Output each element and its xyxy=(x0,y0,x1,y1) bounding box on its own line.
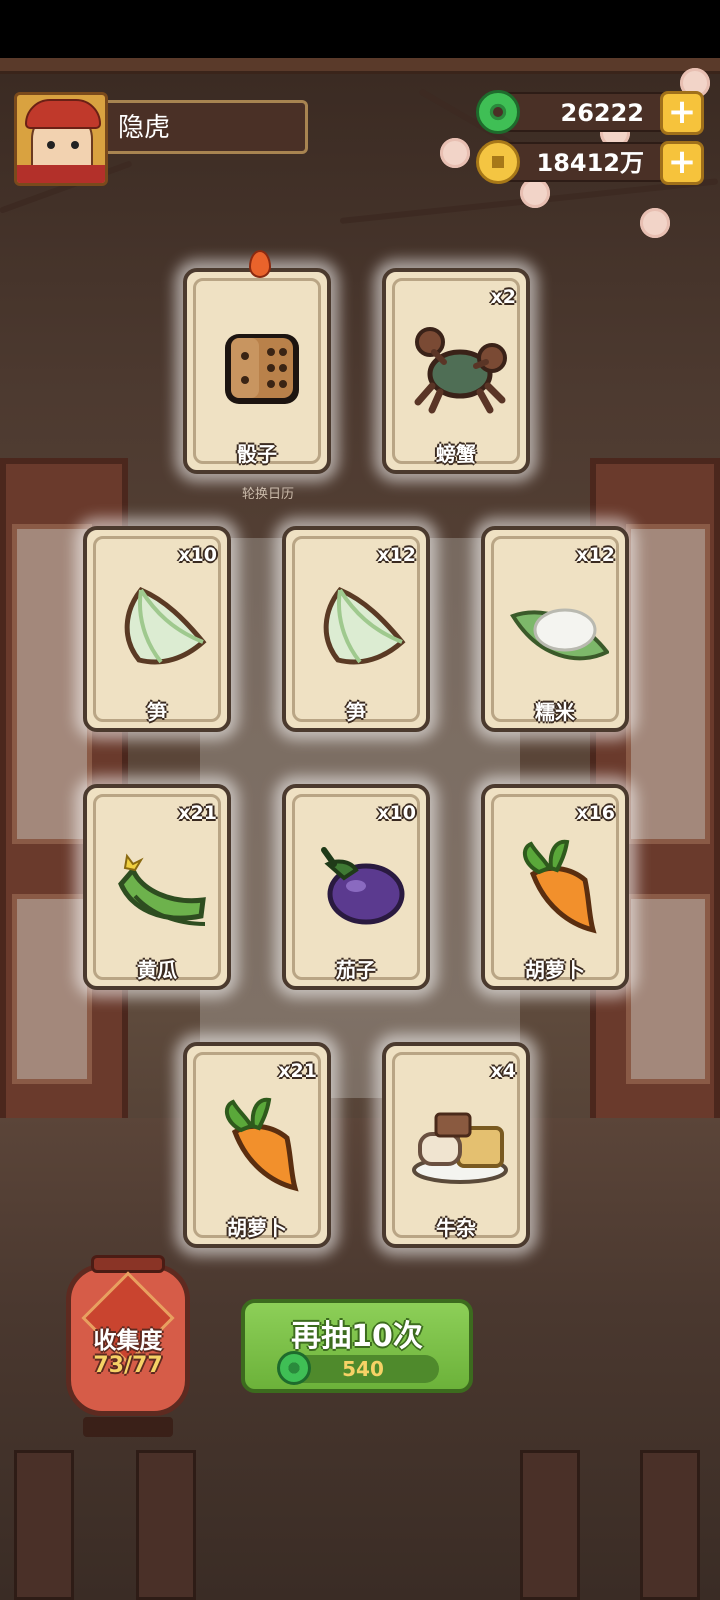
card-name: 茄子 xyxy=(336,958,376,982)
card-count: x12 xyxy=(377,544,416,566)
card-count: x4 xyxy=(490,1060,516,1082)
eggplant-icon xyxy=(321,847,405,925)
card-beef-offal[interactable]: x4 牛杂 xyxy=(382,1042,530,1248)
bamboo-shoot-icon xyxy=(124,586,207,665)
blossom xyxy=(440,138,470,168)
jade-currency: 26222 + xyxy=(476,90,704,135)
rotation-calendar-label: 轮换日历 xyxy=(242,487,295,502)
draw-again-label: 再抽10次 xyxy=(291,1319,423,1354)
collection-lantern[interactable]: 收集度 73/77 xyxy=(66,1255,190,1437)
draw-cost-value: 540 xyxy=(342,1357,384,1381)
fence-post xyxy=(136,1450,196,1600)
fence-post xyxy=(520,1450,580,1600)
card-count: x12 xyxy=(576,544,615,566)
card-count: x10 xyxy=(377,802,416,824)
card-bamboo-shoot[interactable]: x10 笋 xyxy=(83,526,231,732)
fence-post xyxy=(640,1450,700,1600)
card-count: x16 xyxy=(576,802,615,824)
add-coins-button[interactable]: + xyxy=(660,141,704,185)
fire-icon xyxy=(249,250,271,278)
card-name: 牛杂 xyxy=(436,1216,476,1240)
bamboo-shoot-icon xyxy=(323,586,406,665)
jade-icon xyxy=(476,90,520,134)
coin-icon xyxy=(476,140,520,184)
card-carrot[interactable]: x21 胡萝卜 xyxy=(183,1042,331,1248)
blossom xyxy=(520,178,550,208)
card-carrot[interactable]: x16 胡萝卜 xyxy=(481,784,629,990)
card-count: x10 xyxy=(178,544,217,566)
card-name: 糯米 xyxy=(535,700,575,724)
sticky-rice-icon xyxy=(510,608,609,661)
dice-icon xyxy=(225,334,299,404)
carrot-icon xyxy=(522,839,597,934)
card-cucumber[interactable]: x21 黄瓜 xyxy=(83,784,231,990)
card-dice[interactable]: 骰子 xyxy=(183,250,331,474)
card-name: 笋 xyxy=(346,700,366,724)
blossom xyxy=(640,208,670,238)
card-name: 胡萝卜 xyxy=(227,1216,287,1240)
card-count: x21 xyxy=(178,802,217,824)
draw-cost: 540 xyxy=(277,1351,439,1385)
avatar[interactable] xyxy=(14,92,108,186)
carrot-icon xyxy=(224,1097,299,1192)
card-name: 笋 xyxy=(147,700,167,724)
draw-again-button[interactable]: 再抽10次 540 xyxy=(241,1299,473,1393)
coin-currency: 18412万 + xyxy=(476,140,704,185)
card-crab[interactable]: x2 螃蟹 xyxy=(382,268,530,474)
coin-amount: 18412万 xyxy=(536,149,645,177)
card-eggplant[interactable]: x10 茄子 xyxy=(282,784,430,990)
card-name: 黄瓜 xyxy=(137,958,177,982)
collection-title: 收集度 xyxy=(93,1328,163,1354)
beef-offal-icon xyxy=(412,1112,508,1184)
fence-post xyxy=(14,1450,74,1600)
player-name: 隐虎 xyxy=(108,100,308,154)
card-name: 胡萝卜 xyxy=(525,958,585,982)
cucumber-icon xyxy=(118,853,206,926)
card-name: 螃蟹 xyxy=(436,442,476,466)
collection-value: 73/77 xyxy=(93,1353,163,1378)
card-count: x2 xyxy=(490,286,516,308)
crab-icon xyxy=(414,327,507,414)
card-count: x21 xyxy=(278,1060,317,1082)
add-jade-button[interactable]: + xyxy=(660,91,704,135)
card-sticky-rice[interactable]: x12 糯米 xyxy=(481,526,629,732)
roof-beam xyxy=(0,58,720,74)
card-bamboo-shoot[interactable]: x12 笋 xyxy=(282,526,430,732)
player-info[interactable]: 隐虎 xyxy=(14,92,308,186)
card-name: 骰子 xyxy=(237,442,277,466)
jade-amount: 26222 xyxy=(560,99,645,127)
